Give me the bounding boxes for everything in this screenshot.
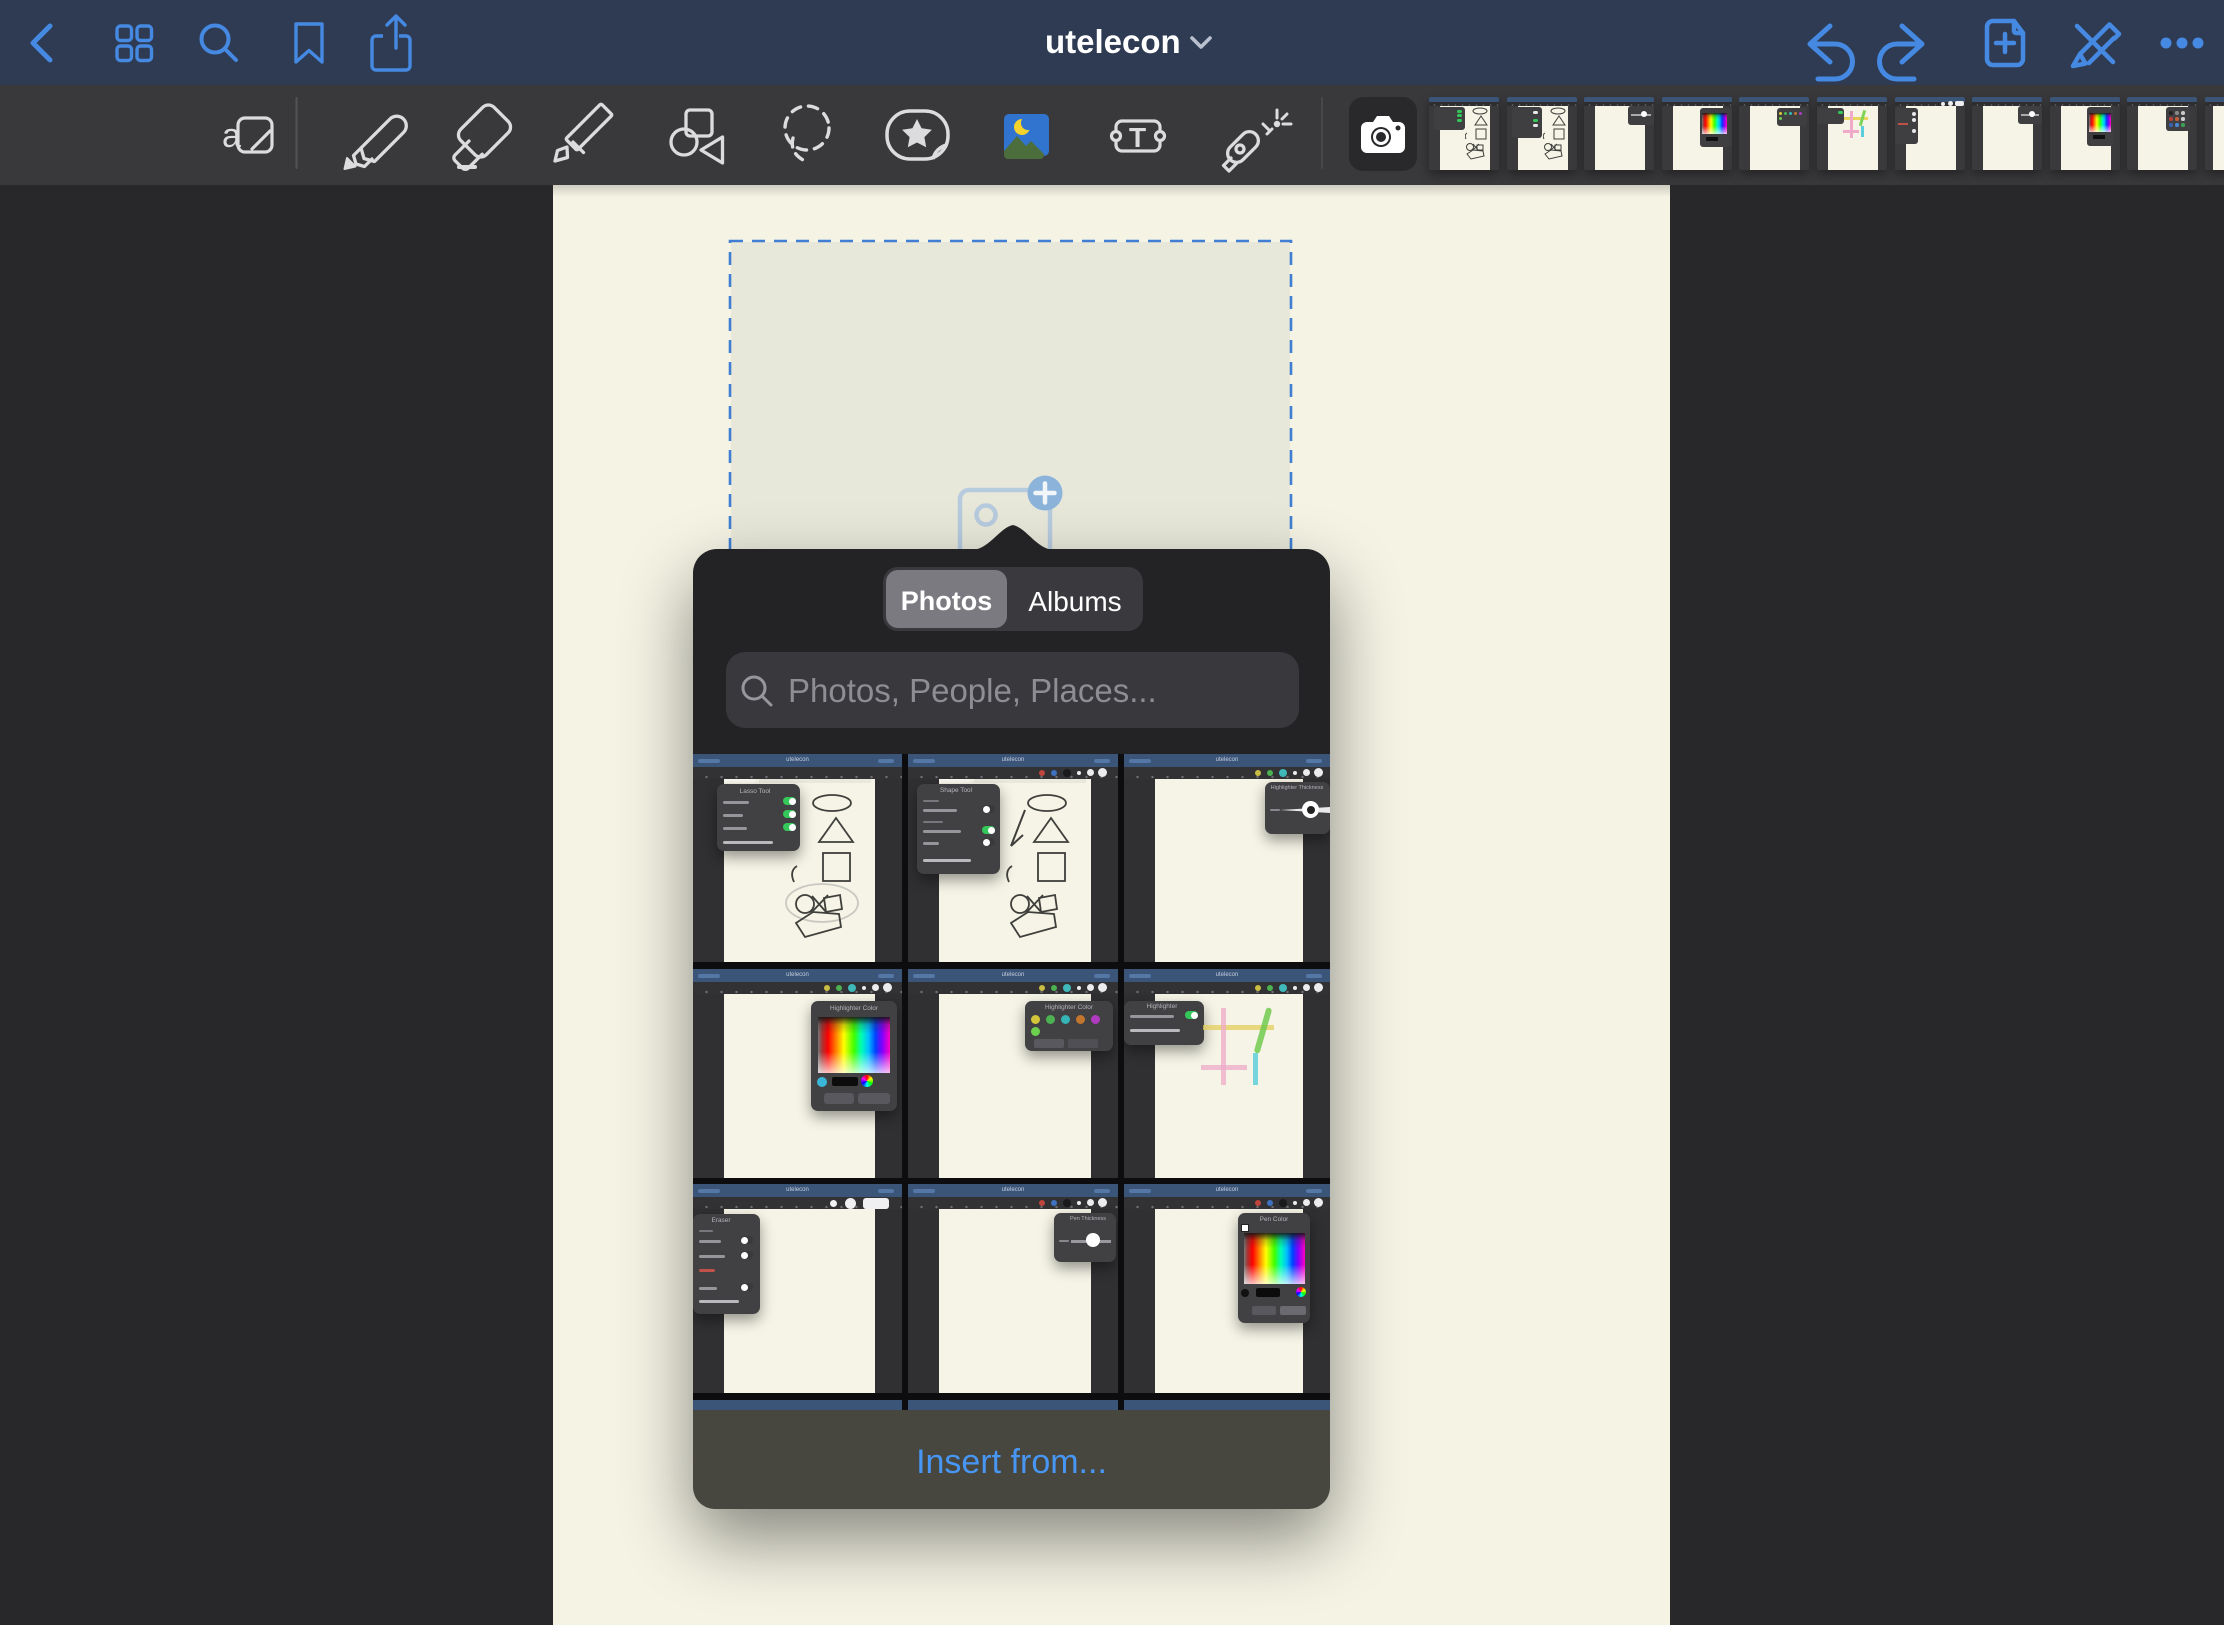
svg-text:T: T [1129, 122, 1146, 153]
svg-text:a: a [222, 117, 241, 155]
